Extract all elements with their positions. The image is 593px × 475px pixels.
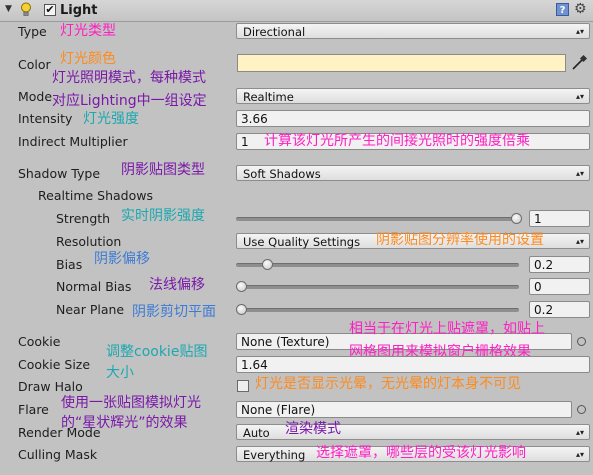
cookie-size-note-line2: 大小 xyxy=(106,365,134,381)
flare-note-line1: 使用一张贴图模拟灯光 xyxy=(61,395,201,411)
mode-label: Mode xyxy=(18,89,53,104)
flare-value: None (Flare) xyxy=(241,403,316,417)
shadow-type-dropdown[interactable]: Soft Shadows ▴▾ xyxy=(236,165,590,181)
light-bulb-icon xyxy=(20,2,32,17)
cookie-label: Cookie xyxy=(18,334,61,349)
normal-bias-slider-thumb[interactable] xyxy=(236,281,247,292)
draw-halo-checkbox[interactable] xyxy=(237,380,249,392)
near-plane-slider-thumb[interactable] xyxy=(236,304,247,315)
settings-gear-icon[interactable]: ⚙ xyxy=(574,1,587,17)
resolution-value: Use Quality Settings xyxy=(243,235,361,249)
draw-halo-note: 灯光是否显示光晕，无光晕的灯本身不可见 xyxy=(255,376,521,392)
indirect-multiplier-value: 1 xyxy=(241,135,249,149)
dropdown-arrows-icon: ▴▾ xyxy=(575,27,584,36)
shadow-type-label: Shadow Type xyxy=(18,166,101,181)
shadow-type-value: Soft Shadows xyxy=(243,167,321,181)
indirect-multiplier-note: 计算该灯光所产生的间接光照时的强度倍乘 xyxy=(264,133,530,149)
normal-bias-slider-track[interactable] xyxy=(236,285,519,289)
object-picker-icon[interactable] xyxy=(577,405,586,414)
dropdown-arrows-icon: ▴▾ xyxy=(575,237,584,246)
culling-mask-note: 选择遮罩，哪些层的受该灯光影响 xyxy=(316,445,526,461)
dropdown-arrows-icon: ▴▾ xyxy=(575,428,584,437)
foldout-arrow-icon[interactable]: ▼ xyxy=(5,4,12,14)
shadow-type-note: 阴影贴图类型 xyxy=(121,162,205,178)
resolution-label: Resolution xyxy=(56,234,122,249)
type-note: 灯光类型 xyxy=(60,23,116,39)
type-value: Directional xyxy=(243,25,306,39)
mode-dropdown[interactable]: Realtime ▴▾ xyxy=(236,88,590,104)
component-header: ▼ ✔ Light ? ⚙ xyxy=(0,0,593,22)
bias-slider-track[interactable] xyxy=(236,263,519,267)
mode-note-line1: 灯光照明模式，每种模式 xyxy=(52,70,206,86)
flare-field[interactable]: None (Flare) xyxy=(236,401,572,418)
dropdown-arrows-icon: ▴▾ xyxy=(575,169,584,178)
bias-field[interactable]: 0.2 xyxy=(529,256,590,273)
strength-slider-thumb[interactable] xyxy=(511,213,522,224)
intensity-field[interactable]: 3.66 xyxy=(236,110,590,127)
cookie-size-field[interactable]: 1.64 xyxy=(236,356,590,373)
near-plane-field[interactable]: 0.2 xyxy=(529,301,590,318)
intensity-label: Intensity xyxy=(18,111,73,126)
normal-bias-label: Normal Bias xyxy=(56,279,132,294)
near-plane-slider-track[interactable] xyxy=(236,308,519,312)
bias-note: 阴影偏移 xyxy=(94,251,150,267)
color-label: Color xyxy=(18,57,51,72)
render-mode-label: Render Mode xyxy=(18,425,101,440)
indirect-multiplier-label: Indirect Multiplier xyxy=(18,134,128,149)
draw-halo-label: Draw Halo xyxy=(18,379,83,394)
culling-mask-label: Culling Mask xyxy=(18,447,98,462)
normal-bias-field[interactable]: 0 xyxy=(529,278,590,295)
mode-value: Realtime xyxy=(243,90,294,104)
normal-bias-note: 法线偏移 xyxy=(149,277,205,293)
bias-label: Bias xyxy=(56,257,83,272)
help-icon[interactable]: ? xyxy=(556,3,569,16)
cookie-size-note-line1: 调整cookie贴图 xyxy=(106,344,208,360)
cookie-size-label: Cookie Size xyxy=(18,357,91,372)
dropdown-arrows-icon: ▴▾ xyxy=(575,450,584,459)
near-plane-note: 阴影剪切平面 xyxy=(132,304,216,320)
strength-slider-track[interactable] xyxy=(236,217,519,221)
intensity-note: 灯光强度 xyxy=(83,111,139,127)
component-title: Light xyxy=(60,3,98,18)
cookie-value: None (Texture) xyxy=(241,335,330,349)
strength-field[interactable]: 1 xyxy=(529,210,590,227)
strength-label: Strength xyxy=(56,211,111,226)
color-note: 灯光颜色 xyxy=(60,51,116,67)
strength-note: 实时阴影强度 xyxy=(121,208,205,224)
mode-note-line2: 对应Lighting中一组设定 xyxy=(52,93,207,109)
render-mode-note: 渲染模式 xyxy=(285,421,341,437)
dropdown-arrows-icon: ▴▾ xyxy=(575,92,584,101)
eyedropper-icon[interactable] xyxy=(570,54,588,75)
type-label: Type xyxy=(18,24,47,39)
cookie-note-line1: 相当于在灯光上贴遮罩，如贴上 xyxy=(349,321,545,337)
bias-slider-thumb[interactable] xyxy=(262,259,273,270)
object-picker-icon[interactable] xyxy=(577,337,586,346)
render-mode-value: Auto xyxy=(243,426,270,440)
resolution-note: 阴影贴图分辨率使用的设置 xyxy=(376,232,544,248)
enable-checkbox[interactable]: ✔ xyxy=(44,4,56,16)
color-swatch[interactable] xyxy=(237,54,566,72)
realtime-shadows-heading: Realtime Shadows xyxy=(38,188,153,203)
type-dropdown[interactable]: Directional ▴▾ xyxy=(236,23,590,39)
culling-mask-value: Everything xyxy=(243,448,306,462)
flare-label: Flare xyxy=(18,402,49,417)
near-plane-label: Near Plane xyxy=(56,302,125,317)
